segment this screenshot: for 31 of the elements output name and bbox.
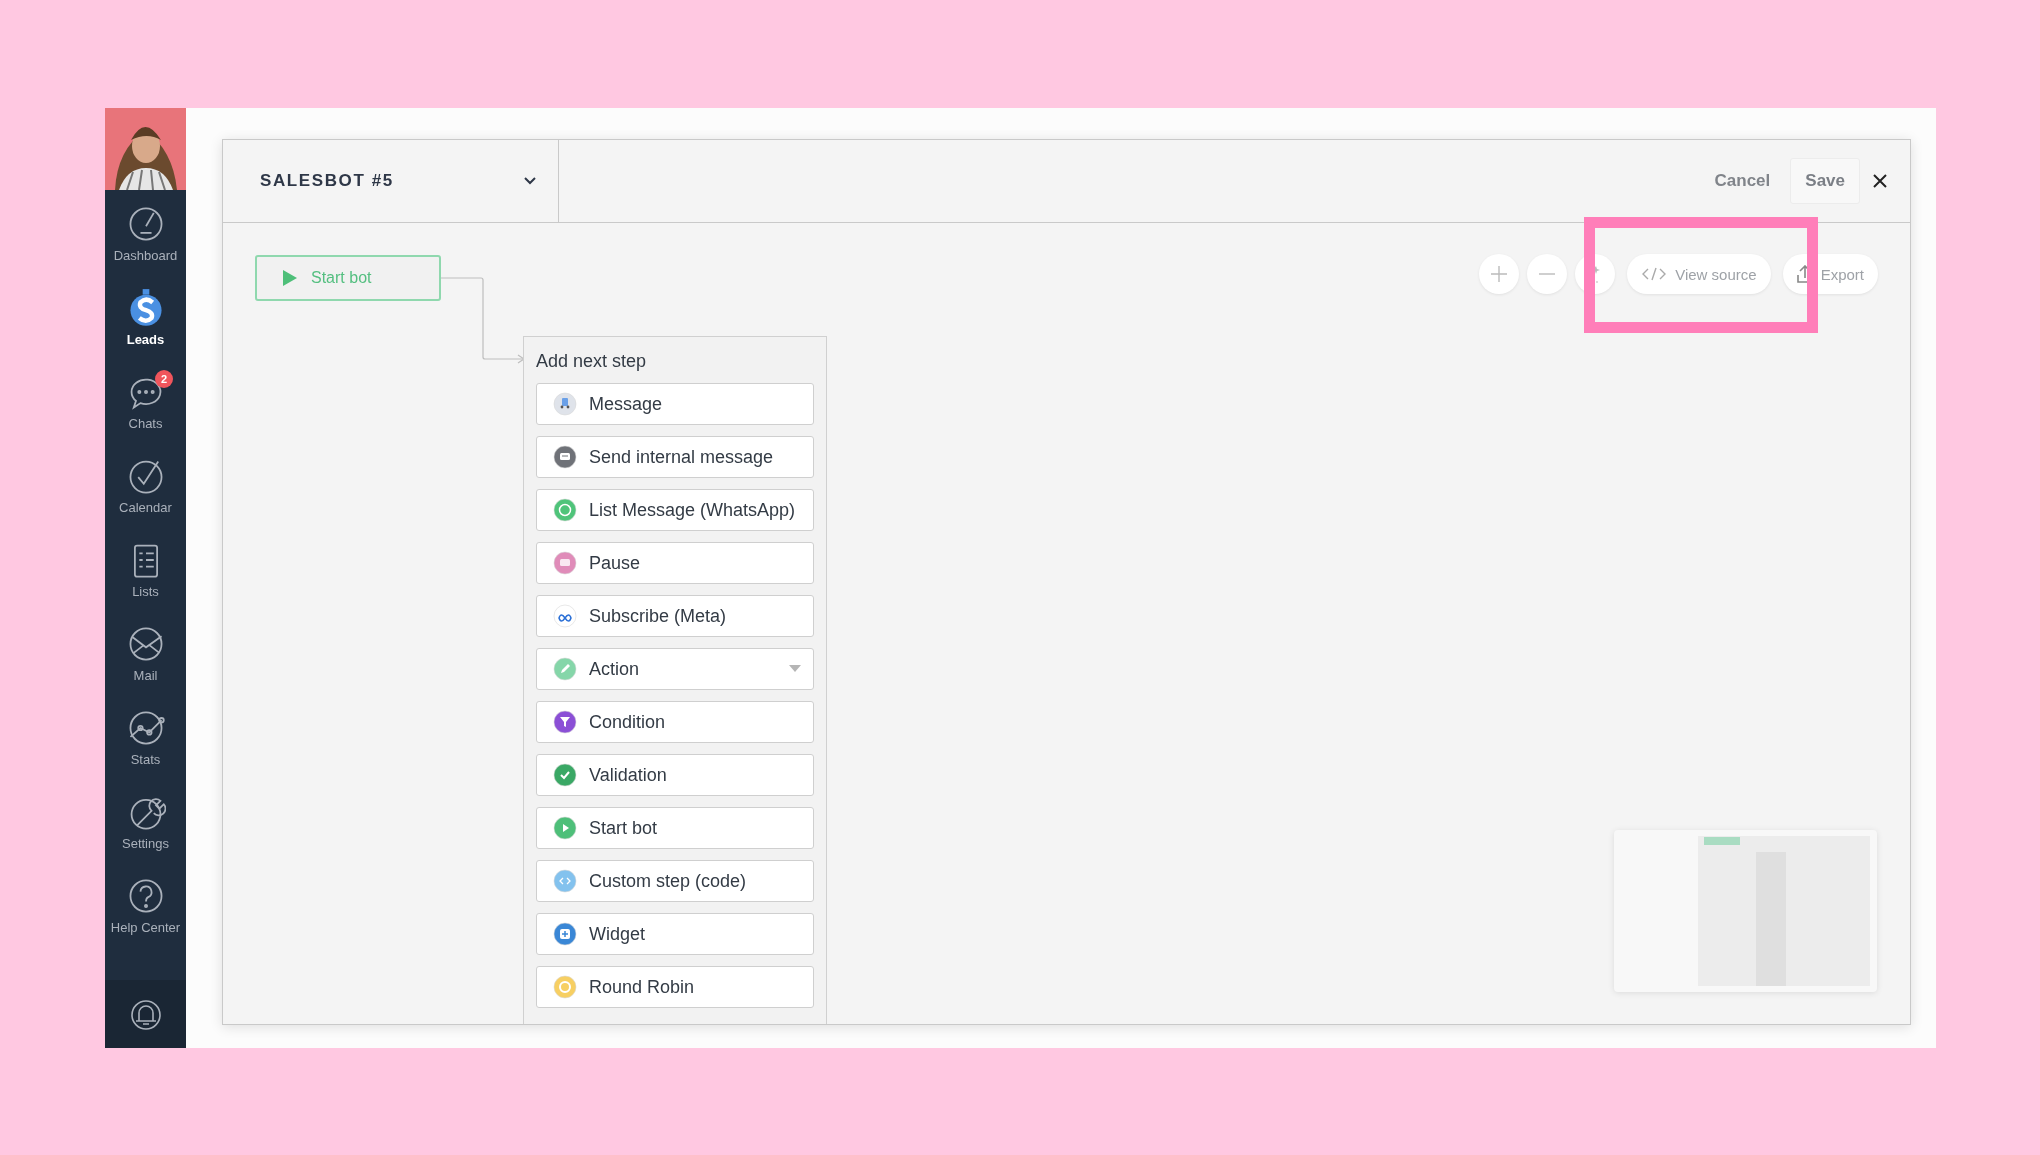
plus-icon <box>1490 265 1509 283</box>
play-icon <box>283 270 297 286</box>
step-option[interactable]: Action <box>536 648 814 690</box>
minus-icon <box>1539 273 1556 275</box>
step-option[interactable]: Subscribe (Meta) <box>536 595 814 637</box>
step-option[interactable]: Widget <box>536 913 814 955</box>
unread-badge: 2 <box>155 370 173 388</box>
step-option[interactable]: Round Robin <box>536 966 814 1008</box>
nav-item[interactable]: Chats 2 <box>105 372 186 448</box>
save-button[interactable]: Save <box>1790 158 1860 204</box>
nav-item[interactable]: Dashboard <box>105 204 186 280</box>
step-option[interactable]: Start bot <box>536 807 814 849</box>
code-icon <box>1641 267 1668 281</box>
nav-item[interactable]: Help Center <box>105 876 186 952</box>
nav-item[interactable]: Lists <box>105 540 186 616</box>
step-option[interactable]: Send internal message <box>536 436 814 478</box>
step-option[interactable]: Condition <box>536 701 814 743</box>
chevron-down-icon[interactable] <box>524 177 536 185</box>
nav-item[interactable]: Leads <box>105 288 186 364</box>
step-option[interactable]: Validation <box>536 754 814 796</box>
step-option[interactable]: List Message (WhatsApp) <box>536 489 814 531</box>
nav-item[interactable]: Mail <box>105 624 186 700</box>
step-option[interactable]: Pause <box>536 542 814 584</box>
nav-item[interactable]: Settings <box>105 792 186 868</box>
panel-title: Add next step <box>536 350 647 373</box>
close-icon[interactable] <box>1872 173 1888 189</box>
step-option[interactable]: Custom step (code) <box>536 860 814 902</box>
nav-item[interactable]: Stats <box>105 708 186 784</box>
bot-title: SALESBOT #5 <box>260 171 394 191</box>
nav-item[interactable]: Calendar <box>105 456 186 532</box>
step-option[interactable]: Message <box>536 383 814 425</box>
